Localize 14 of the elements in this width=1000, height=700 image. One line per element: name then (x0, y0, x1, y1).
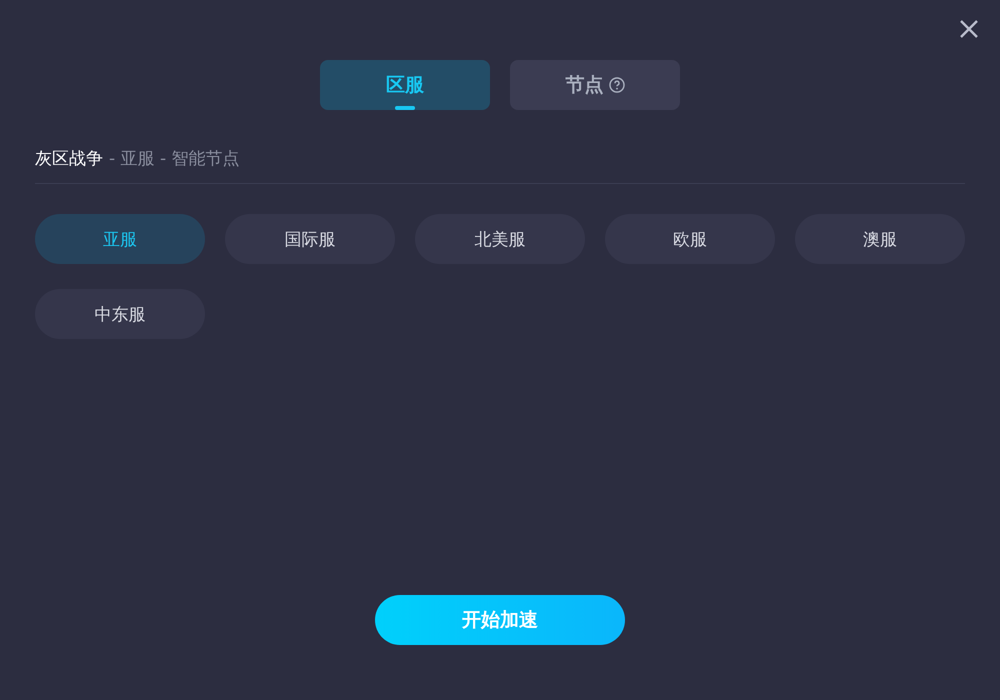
breadcrumb-path: - 亚服 - 智能节点 (109, 148, 240, 170)
close-button[interactable] (958, 18, 980, 40)
game-name: 灰区战争 (35, 148, 103, 170)
region-option[interactable]: 中东服 (35, 289, 205, 339)
region-option[interactable]: 欧服 (605, 214, 775, 264)
region-option[interactable]: 亚服 (35, 214, 205, 264)
region-option[interactable]: 北美服 (415, 214, 585, 264)
help-icon (608, 77, 624, 93)
tab-indicator (395, 106, 415, 110)
region-option[interactable]: 国际服 (225, 214, 395, 264)
region-option[interactable]: 澳服 (795, 214, 965, 264)
tab[interactable]: 区服 (320, 60, 490, 110)
close-icon (958, 18, 980, 40)
tab[interactable]: 节点 (510, 60, 680, 110)
